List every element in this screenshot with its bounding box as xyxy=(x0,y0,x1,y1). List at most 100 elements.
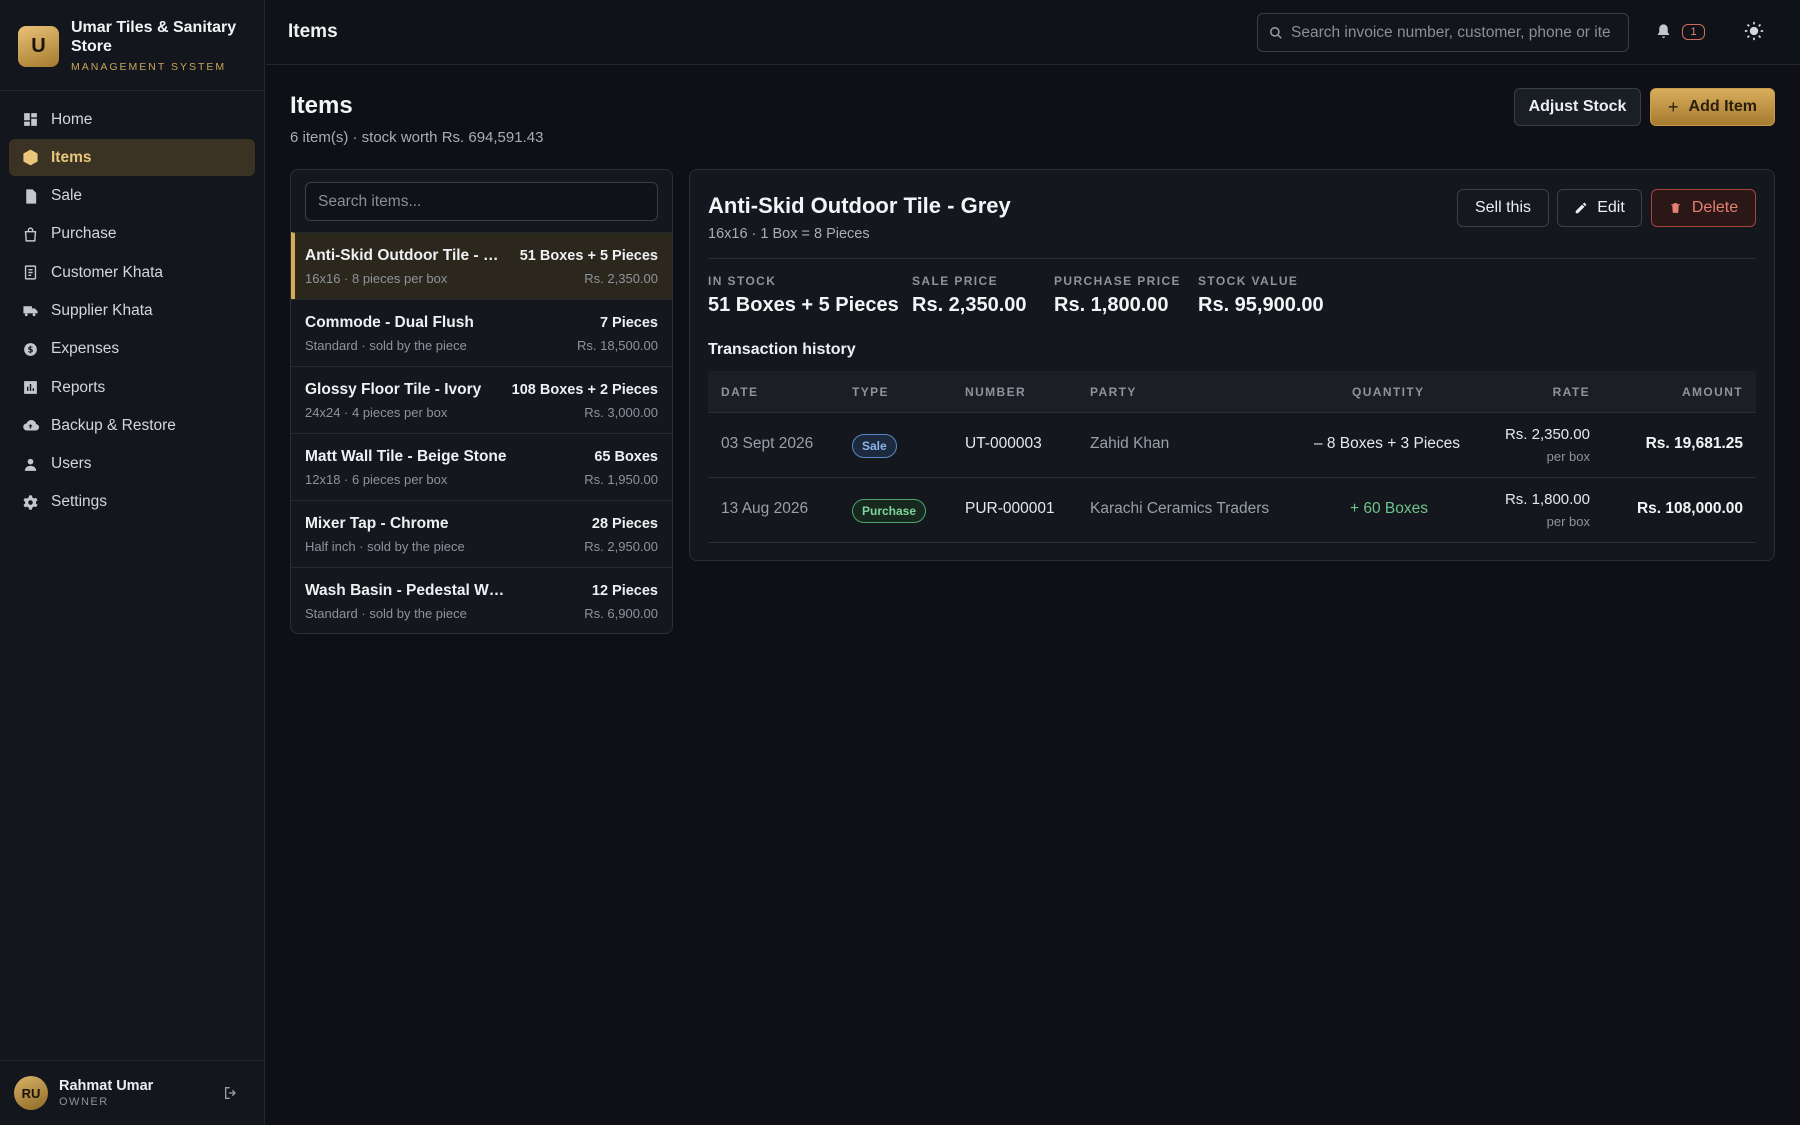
list-item[interactable]: Matt Wall Tile - Beige Stone 12x18 · 6 p… xyxy=(291,433,672,500)
item-search[interactable] xyxy=(305,182,658,221)
item-price: Rs. 2,950.00 xyxy=(584,539,658,554)
item-desc: Half inch · sold by the piece xyxy=(305,539,465,554)
stat-sale-price: SALE PRICE Rs. 2,350.00 xyxy=(912,274,1027,317)
column-header-type: TYPE xyxy=(852,385,889,399)
sidebar-item-home[interactable]: Home xyxy=(9,101,255,138)
sidebar-item-label: Items xyxy=(51,148,92,166)
svg-text:$: $ xyxy=(27,345,33,355)
add-item-label: Add Item xyxy=(1688,98,1757,115)
tx-number[interactable]: PUR-000001 xyxy=(965,500,1055,518)
column-header-rate: RATE xyxy=(1552,385,1590,399)
item-price: Rs. 2,350.00 xyxy=(584,271,658,286)
list-item[interactable]: Wash Basin - Pedestal White Standard · s… xyxy=(291,567,672,633)
tx-rate-unit: per box xyxy=(1546,449,1590,464)
sidebar-item-label: Purchase xyxy=(51,225,117,243)
page-subtitle: 6 item(s) · stock worth Rs. 694,591.43 xyxy=(290,129,544,146)
item-desc: 24x24 · 4 pieces per box xyxy=(305,405,448,420)
table-row[interactable]: 13 Aug 2026 Purchase PUR-000001 Karachi … xyxy=(708,478,1756,543)
adjust-stock-button[interactable]: Adjust Stock xyxy=(1514,88,1641,126)
sidebar-item-label: Supplier Khata xyxy=(51,301,153,319)
sidebar-item-items[interactable]: Items xyxy=(9,139,255,177)
table-header: DATE TYPE NUMBER PARTY QUANTITY RATE AMO… xyxy=(708,371,1756,413)
item-name: Glossy Floor Tile - Ivory xyxy=(305,381,482,398)
sidebar-item-customer-khata[interactable]: Customer Khata xyxy=(9,254,255,291)
logout-icon[interactable] xyxy=(223,1085,239,1101)
tx-amount: Rs. 108,000.00 xyxy=(1636,500,1743,517)
topbar: Items 1 xyxy=(266,0,1800,65)
brand: U Umar Tiles & Sanitary Store MANAGEMENT… xyxy=(0,0,264,91)
stat-in-stock: IN STOCK 51 Boxes + 5 Pieces xyxy=(708,274,899,317)
item-desc: 16x16 · 8 pieces per box xyxy=(305,271,448,286)
tx-type-badge: Purchase xyxy=(852,499,927,523)
list-item[interactable]: Anti-Skid Outdoor Tile - Grey 16x16 · 8 … xyxy=(291,232,672,299)
column-header-amount: AMOUNT xyxy=(1681,385,1743,399)
sidebar: U Umar Tiles & Sanitary Store MANAGEMENT… xyxy=(0,0,265,1125)
items-list-panel: Anti-Skid Outdoor Tile - Grey 16x16 · 8 … xyxy=(290,169,673,634)
brand-name: Umar Tiles & Sanitary Store xyxy=(71,19,237,55)
sidebar-item-purchase[interactable]: Purchase xyxy=(9,216,255,253)
global-search[interactable] xyxy=(1257,13,1629,52)
item-desc: 12x18 · 6 pieces per box xyxy=(305,472,448,487)
sidebar-item-expenses[interactable]: $ Expenses xyxy=(9,331,255,368)
edit-button[interactable]: Edit xyxy=(1557,189,1642,227)
divider xyxy=(708,258,1756,259)
delete-button[interactable]: Delete xyxy=(1651,189,1756,227)
shopping-bag-icon xyxy=(21,225,39,243)
theme-toggle-sun-icon[interactable] xyxy=(1744,21,1764,41)
item-stock: 7 Pieces xyxy=(599,315,658,331)
user-icon xyxy=(21,455,39,473)
sidebar-item-reports[interactable]: Reports xyxy=(9,369,255,406)
list-item[interactable]: Commode - Dual Flush Standard · sold by … xyxy=(291,299,672,366)
sidebar-item-supplier-khata[interactable]: Supplier Khata xyxy=(9,292,255,329)
sidebar-item-settings[interactable]: Settings xyxy=(9,484,255,521)
gear-icon xyxy=(21,493,39,511)
item-search-input[interactable] xyxy=(318,192,657,211)
detail-title: Anti-Skid Outdoor Tile - Grey xyxy=(708,193,1011,218)
brand-subtitle: MANAGEMENT SYSTEM xyxy=(71,61,227,73)
tx-quantity: – 8 Boxes + 3 Pieces xyxy=(1313,435,1460,452)
sidebar-item-sale[interactable]: Sale xyxy=(9,178,255,215)
column-header-quantity: QUANTITY xyxy=(1352,385,1425,399)
box-icon xyxy=(21,149,39,167)
item-price: Rs. 6,900.00 xyxy=(584,606,658,621)
transaction-history-title: Transaction history xyxy=(708,341,856,358)
tx-party: Karachi Ceramics Traders xyxy=(1090,500,1270,517)
cloud-upload-icon xyxy=(21,417,39,435)
dashboard-icon xyxy=(21,111,39,129)
sell-this-button[interactable]: Sell this xyxy=(1457,189,1549,227)
stat-label: SALE PRICE xyxy=(912,274,999,288)
list-item[interactable]: Mixer Tap - Chrome Half inch · sold by t… xyxy=(291,500,672,567)
tx-number[interactable]: UT-000003 xyxy=(965,435,1042,453)
add-item-button[interactable]: + Add Item xyxy=(1650,88,1775,126)
coin-icon: $ xyxy=(21,340,39,358)
item-stock: 12 Pieces xyxy=(591,583,658,599)
stat-value: 51 Boxes + 5 Pieces xyxy=(708,294,899,316)
item-desc: Standard · sold by the piece xyxy=(305,338,467,353)
tx-date: 13 Aug 2026 xyxy=(721,500,809,517)
sidebar-item-backup-restore[interactable]: Backup & Restore xyxy=(9,407,255,444)
sidebar-item-label: Settings xyxy=(51,493,108,511)
item-stock: 65 Boxes xyxy=(594,449,658,465)
table-row[interactable]: 03 Sept 2026 Sale UT-000003 Zahid Khan –… xyxy=(708,413,1756,478)
stat-label: STOCK VALUE xyxy=(1198,274,1299,288)
notification-count-badge[interactable]: 1 xyxy=(1682,24,1705,40)
sidebar-item-label: Expenses xyxy=(51,340,120,358)
delete-label: Delete xyxy=(1691,199,1739,216)
bell-icon[interactable] xyxy=(1655,23,1672,40)
sidebar-item-label: Customer Khata xyxy=(51,263,163,281)
sidebar-item-label: Home xyxy=(51,110,93,128)
item-name: Matt Wall Tile - Beige Stone xyxy=(305,448,507,465)
truck-icon xyxy=(21,302,39,320)
item-stock: 108 Boxes + 2 Pieces xyxy=(511,382,658,398)
column-header-number: NUMBER xyxy=(965,385,1027,399)
sidebar-item-users[interactable]: Users xyxy=(9,446,255,483)
global-search-input[interactable] xyxy=(1291,23,1611,42)
sidebar-item-label: Users xyxy=(51,455,92,473)
tx-party: Zahid Khan xyxy=(1090,435,1170,452)
tx-amount: Rs. 19,681.25 xyxy=(1645,435,1743,452)
tx-rate: Rs. 2,350.00 xyxy=(1504,426,1590,443)
search-icon xyxy=(1270,26,1282,39)
list-item[interactable]: Glossy Floor Tile - Ivory 24x24 · 4 piec… xyxy=(291,366,672,433)
item-stock: 51 Boxes + 5 Pieces xyxy=(519,248,658,264)
plus-icon: + xyxy=(1668,96,1679,117)
